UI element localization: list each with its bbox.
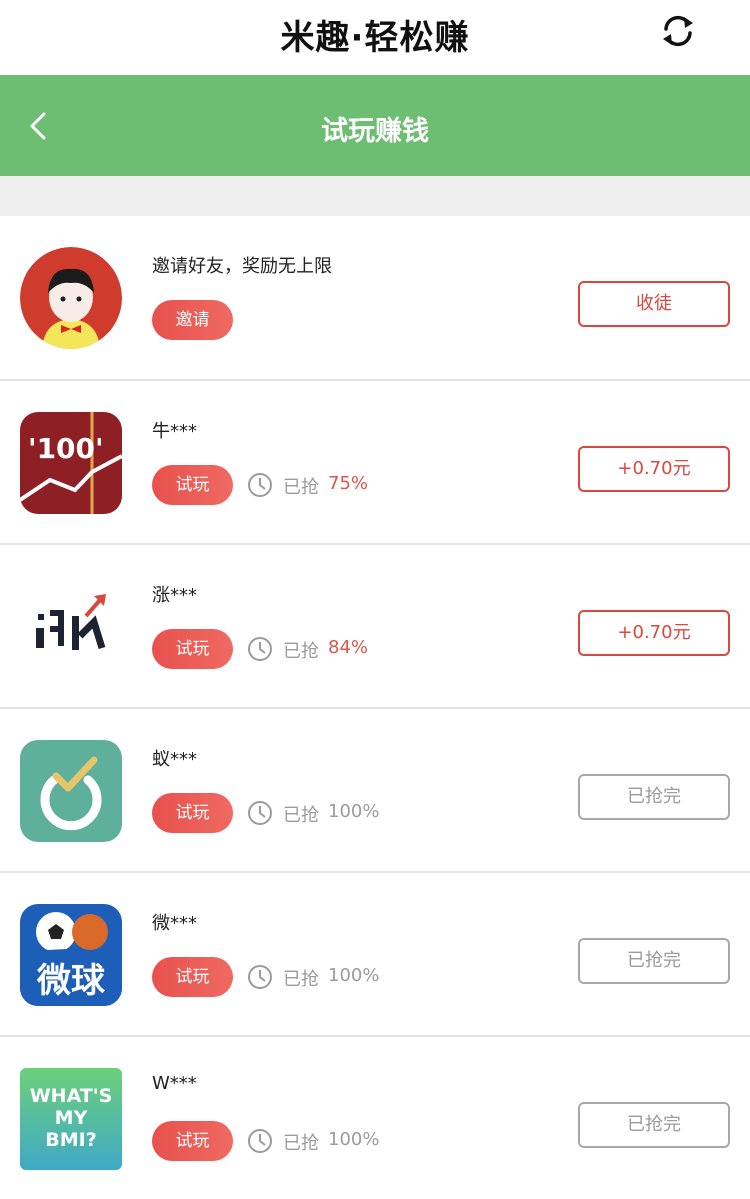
sold-out-button[interactable]: 已抢完	[578, 1102, 730, 1148]
trial-button[interactable]: 试玩	[152, 957, 233, 997]
task-name: 牛***	[152, 421, 197, 442]
ant-app-icon	[20, 740, 122, 842]
invite-title: 邀请好友，奖励无上限	[152, 256, 332, 277]
trial-button[interactable]: 试玩	[152, 629, 233, 669]
sold-out-button[interactable]: 已抢完	[578, 938, 730, 984]
task-row[interactable]: 微球 微*** 试玩 已抢 100% 已抢完	[0, 873, 750, 1037]
grabbed-label: 已抢	[283, 1133, 319, 1154]
clock-icon	[248, 637, 272, 661]
weiqiu-app-icon: 微球	[20, 904, 122, 1006]
grabbed-percent: 100%	[328, 1129, 380, 1150]
task-name: W***	[152, 1073, 197, 1094]
clock-icon	[248, 473, 272, 497]
task-name: 蚁***	[152, 749, 197, 770]
trial-button[interactable]: 试玩	[152, 793, 233, 833]
task-name: 微***	[152, 913, 197, 934]
section-gap	[0, 176, 750, 216]
grabbed-percent: 100%	[328, 801, 380, 822]
svg-text:WHAT'S: WHAT'S	[30, 1085, 113, 1107]
niu-100-app-icon: '100'	[20, 412, 122, 514]
trial-button[interactable]: 试玩	[152, 1121, 233, 1161]
weiqiu-icon-text: 微球	[36, 961, 106, 1001]
nav-bar: 试玩赚钱	[0, 75, 750, 176]
page-title: 试玩赚钱	[321, 116, 429, 147]
status-header: 米趣·轻松赚	[0, 0, 750, 75]
invite-row[interactable]: 邀请好友，奖励无上限 邀请 收徒	[0, 216, 750, 381]
reward-button[interactable]: +0.70元	[578, 446, 730, 492]
invite-pill-button[interactable]: 邀请	[152, 300, 233, 340]
svg-text:BMI?: BMI?	[45, 1129, 96, 1151]
clock-icon	[248, 1129, 272, 1153]
grabbed-label: 已抢	[283, 477, 319, 498]
grabbed-percent: 100%	[328, 965, 380, 986]
grabbed-label: 已抢	[283, 969, 319, 990]
zhang-app-icon	[20, 576, 122, 678]
clock-icon	[248, 965, 272, 989]
recruit-button[interactable]: 收徒	[578, 281, 730, 327]
svg-text:MY: MY	[55, 1107, 88, 1129]
task-row[interactable]: WHAT'S MY BMI? W*** 试玩 已抢 100% 已抢完	[0, 1037, 750, 1199]
refresh-icon[interactable]	[658, 11, 698, 51]
reward-button[interactable]: +0.70元	[578, 610, 730, 656]
task-row[interactable]: 涨*** 试玩 已抢 84% +0.70元	[0, 545, 750, 709]
trial-button[interactable]: 试玩	[152, 465, 233, 505]
clock-icon	[248, 801, 272, 825]
app-title: 米趣·轻松赚	[280, 18, 470, 58]
task-row[interactable]: '100' 牛*** 试玩 已抢 75% +0.70元	[0, 381, 750, 545]
invite-avatar-icon	[20, 247, 122, 349]
bmi-app-icon: WHAT'S MY BMI?	[20, 1068, 122, 1170]
task-row[interactable]: 蚁*** 试玩 已抢 100% 已抢完	[0, 709, 750, 873]
task-name: 涨***	[152, 585, 197, 606]
sold-out-button[interactable]: 已抢完	[578, 774, 730, 820]
grabbed-percent: 75%	[328, 473, 369, 494]
svg-text:'100': '100'	[28, 432, 104, 465]
grabbed-label: 已抢	[283, 641, 319, 662]
grabbed-percent: 84%	[328, 637, 369, 658]
grabbed-label: 已抢	[283, 805, 319, 826]
